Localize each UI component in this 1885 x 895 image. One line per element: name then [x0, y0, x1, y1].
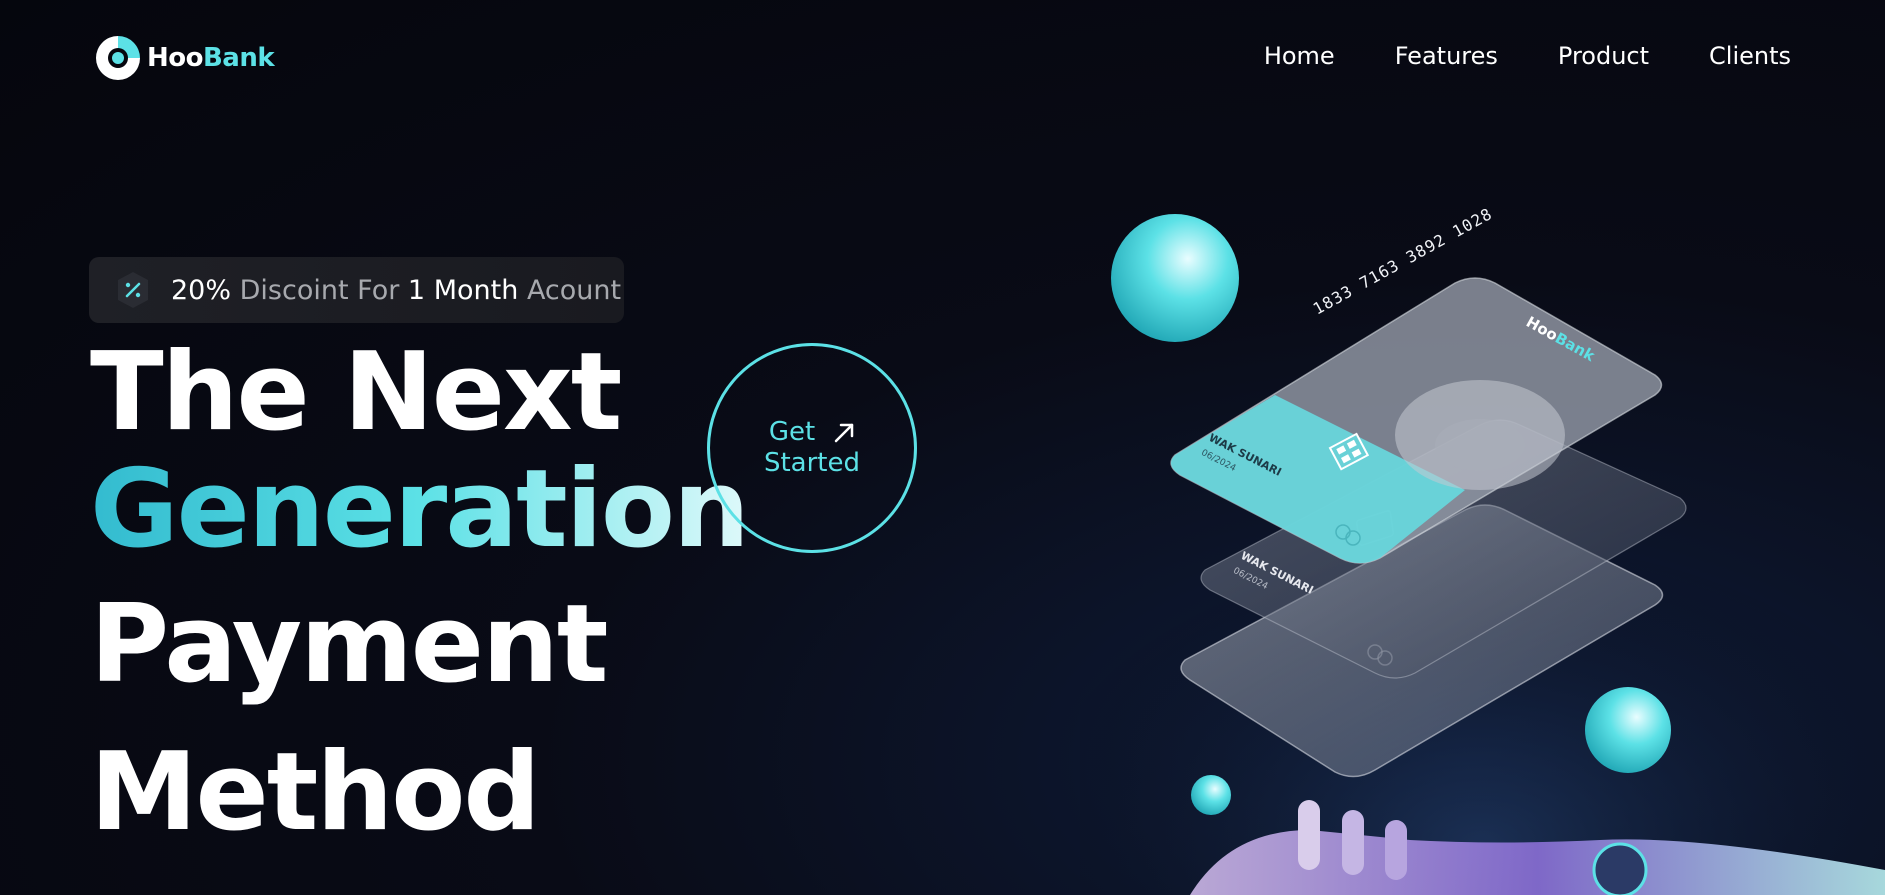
nav-home[interactable]: Home: [1264, 42, 1335, 70]
nav-clients[interactable]: Clients: [1709, 42, 1791, 70]
hoobank-logo-icon: [96, 36, 140, 80]
headline-line-3: Payment: [90, 582, 609, 707]
logo-text: HooBank: [147, 43, 275, 73]
get-started-line-2: Started: [763, 448, 860, 478]
cards-illustration: WAK SUNARI 06/2024 1833 7163 3892 1028 H…: [1080, 204, 1885, 895]
sphere-right: [1585, 687, 1671, 773]
get-started-line-1: Get: [768, 417, 816, 447]
discount-badge: 20% Discoint For 1 Month Acount: [89, 257, 624, 323]
discount-text: 20% Discoint For 1 Month Acount: [171, 274, 622, 306]
nav-features[interactable]: Features: [1395, 42, 1498, 70]
headline-line-4: Method: [90, 730, 541, 855]
sphere-top: [1111, 214, 1239, 342]
headline-line-1: The Next: [90, 330, 622, 455]
logo[interactable]: HooBank: [93, 33, 275, 83]
arrow-up-right-icon: [834, 423, 854, 442]
get-started-button[interactable]: Get Started: [707, 343, 917, 553]
headline-line-2: Generation: [90, 447, 750, 572]
main-nav: Home Features Product Clients: [1264, 42, 1791, 70]
nav-product[interactable]: Product: [1558, 42, 1649, 70]
sphere-small: [1191, 775, 1231, 815]
discount-icon: [113, 270, 153, 310]
